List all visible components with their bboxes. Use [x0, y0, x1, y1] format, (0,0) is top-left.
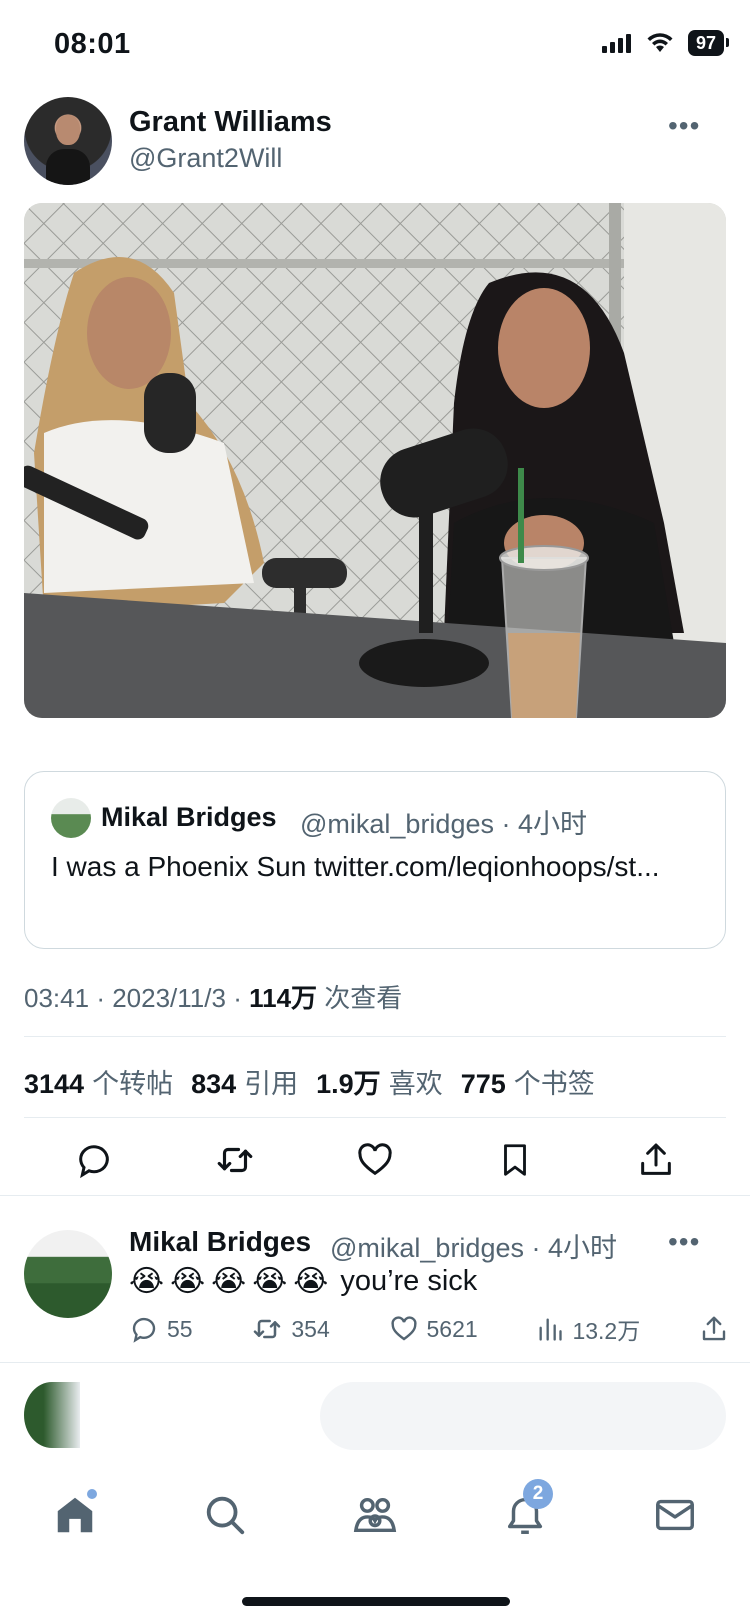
bookmark-stat[interactable]: 775 个书签 [461, 1062, 595, 1101]
divider [0, 1362, 750, 1363]
video-frame-illustration [24, 203, 726, 718]
status-time: 08:01 [54, 28, 131, 60]
battery-indicator: 97 [687, 30, 730, 56]
author-avatar[interactable] [24, 97, 112, 185]
retweet-stat[interactable]: 3144 个转帖 [24, 1062, 173, 1101]
signal-icon [601, 34, 631, 53]
author-name[interactable]: Grant Williams [129, 106, 332, 139]
reply-author-name[interactable]: Mikal Bridges [129, 1226, 311, 1258]
crying-emoji: 😭 [211, 1265, 247, 1298]
nav-notifications[interactable]: 2 [495, 1479, 555, 1545]
bookmark-button[interactable] [493, 1138, 537, 1182]
bookmark-icon [504, 1144, 527, 1176]
notifications-badge: 2 [523, 1479, 553, 1509]
quoted-author-avatar [51, 798, 91, 838]
crying-emoji: 😭 [170, 1265, 206, 1298]
retweet-icon [254, 1319, 281, 1339]
status-icons: 97 [601, 30, 730, 56]
reply-author-handle-time: @mikal_bridges · 4小时 [330, 1233, 617, 1263]
nav-messages[interactable] [645, 1485, 705, 1545]
retweet-count: 354 [291, 1315, 330, 1342]
home-indicator[interactable] [242, 1597, 510, 1606]
divider [24, 1036, 726, 1037]
retweet-button[interactable] [213, 1138, 257, 1182]
quoted-author-name: Mikal Bridges [101, 802, 277, 832]
reply-button[interactable] [72, 1138, 116, 1182]
divider [0, 1195, 750, 1196]
crying-emoji: 😭 [252, 1265, 288, 1298]
view-count: 114万 [249, 983, 318, 1013]
views-count: 13.2万 [572, 1318, 641, 1344]
share-button[interactable] [634, 1138, 678, 1182]
engagement-stats: 3144 个转帖 834 引用 1.9万 喜欢 775 个书签 [24, 1062, 595, 1101]
reply-count: 55 [167, 1315, 193, 1342]
like-stat[interactable]: 1.9万 喜欢 [316, 1062, 443, 1101]
reply-icon [132, 1317, 156, 1343]
quoted-author-handle-time: @mikal_bridges · 4小时 [300, 809, 587, 839]
reply-actions: 55 354 5621 13.2万 [129, 1312, 729, 1346]
mail-icon [656, 1499, 694, 1531]
view-count-label: 次查看 [324, 983, 403, 1013]
search-icon [206, 1496, 245, 1535]
heart-icon [358, 1143, 392, 1176]
reply-reply-button[interactable]: 55 [129, 1312, 193, 1346]
like-count: 5621 [426, 1315, 478, 1342]
crying-emoji: 😭 [129, 1265, 165, 1298]
retweet-icon [217, 1147, 252, 1173]
quoted-tweet-text: I was a Phoenix Sun twitter.com/leqionho… [51, 851, 660, 882]
quote-stat[interactable]: 834 引用 [191, 1062, 298, 1101]
nav-home[interactable] [45, 1485, 105, 1545]
reply-author-avatar[interactable] [24, 1230, 112, 1318]
compose-avatar [24, 1382, 80, 1448]
reply-views-button[interactable]: 13.2万 [536, 1312, 640, 1346]
compose-reply-field[interactable] [320, 1382, 726, 1450]
reply-more-options-button[interactable]: ••• [668, 1226, 700, 1258]
bottom-nav: 2 [0, 1479, 750, 1550]
crying-emoji: 😭 [293, 1265, 329, 1298]
reply-retweet-button[interactable]: 354 [251, 1312, 330, 1346]
quoted-tweet[interactable]: Mikal Bridges @mikal_bridges · 4小时 I was… [24, 771, 726, 949]
tweet-meta: 03:41 · 2023/11/3 · 114万 次查看 [24, 983, 403, 1013]
share-icon [702, 1316, 726, 1341]
heart-icon [390, 1316, 417, 1341]
views-icon [539, 1318, 563, 1341]
reply-share-button[interactable] [699, 1312, 729, 1346]
tweet-date: 2023/11/3 [112, 983, 226, 1013]
tweet-media-video[interactable] [24, 203, 726, 718]
divider [24, 1117, 726, 1118]
communities-icon [353, 1497, 397, 1533]
reply-icon [79, 1145, 110, 1179]
tweet-time: 03:41 [24, 983, 90, 1013]
wifi-icon [647, 33, 673, 52]
author-handle[interactable]: @Grant2Will [129, 143, 282, 174]
share-icon [640, 1143, 671, 1175]
reply-like-button[interactable]: 5621 [389, 1312, 478, 1346]
more-options-button[interactable]: ••• [668, 110, 700, 142]
nav-communities[interactable] [345, 1485, 405, 1545]
nav-search[interactable] [195, 1485, 255, 1545]
reply-body-text: you’re sick [340, 1265, 478, 1297]
reply-text: 😭 😭 😭 😭 😭 you’re sick [129, 1264, 477, 1299]
home-new-dot [87, 1489, 97, 1499]
like-button[interactable] [353, 1138, 397, 1182]
tweet-actions [24, 1138, 726, 1182]
